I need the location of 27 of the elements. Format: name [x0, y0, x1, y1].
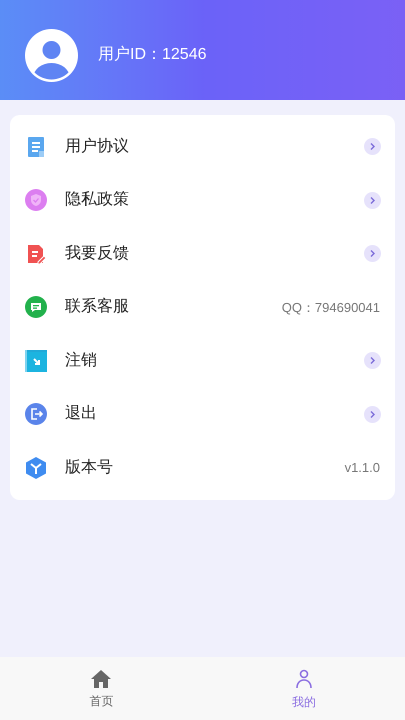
chevron-icon — [364, 352, 381, 370]
chevron-icon — [364, 406, 381, 423]
chat-icon — [25, 296, 47, 318]
shield-icon — [25, 189, 47, 212]
document-icon — [25, 136, 47, 158]
cube-icon — [25, 456, 47, 479]
menu-label: 我要反馈 — [65, 244, 130, 264]
chevron-icon — [364, 192, 381, 209]
avatar-icon — [25, 28, 78, 82]
person-icon — [296, 668, 312, 688]
value-text: v1.1.0 — [344, 459, 380, 477]
user-id: 用户ID：12546 — [98, 44, 206, 65]
menu-label: 退出 — [65, 404, 98, 424]
logout-icon — [25, 403, 47, 426]
menu-label: 注销 — [65, 350, 98, 371]
exit-square-icon — [25, 350, 47, 372]
menu-label: 联系客服 — [65, 296, 130, 318]
tab[interactable]: 我的 — [202, 657, 405, 720]
menu-label: 版本号 — [65, 458, 114, 478]
value-text: QQ：794690041 — [282, 298, 380, 316]
edit-document-icon — [25, 242, 47, 265]
chevron-icon — [364, 245, 381, 262]
home-icon — [91, 670, 112, 688]
menu-label: 隐私政策 — [65, 190, 130, 210]
menu-label: 用户协议 — [65, 136, 130, 157]
tab[interactable]: 首页 — [0, 657, 202, 720]
chevron-icon — [364, 138, 381, 156]
